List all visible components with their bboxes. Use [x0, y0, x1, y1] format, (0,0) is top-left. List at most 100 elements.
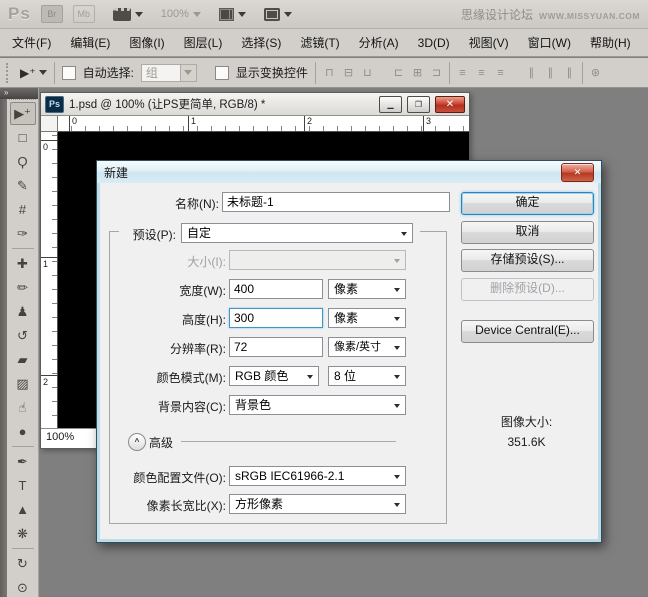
- delete-preset-button: 删除预设(D)...: [461, 278, 594, 301]
- 3d-orbit-tool[interactable]: ⊙: [10, 576, 36, 597]
- auto-select-checkbox[interactable]: [62, 66, 76, 80]
- ok-button[interactable]: 确定: [461, 192, 594, 215]
- crop-tool[interactable]: #: [10, 198, 36, 221]
- history-brush-tool[interactable]: ↺: [10, 324, 36, 347]
- color-mode-dropdown[interactable]: RGB 颜色: [229, 366, 319, 386]
- menu-image[interactable]: 图像(I): [129, 34, 164, 51]
- pixel-aspect-ratio-label: 像素长宽比(X):: [100, 497, 226, 514]
- menu-layer[interactable]: 图层(L): [184, 34, 223, 51]
- align-bottom-edges-button[interactable]: ⊔: [361, 66, 374, 79]
- launch-bridge-button[interactable]: Br: [41, 5, 63, 23]
- dodge-tool[interactable]: ●: [10, 420, 36, 443]
- height-input[interactable]: 300: [229, 308, 323, 328]
- auto-align-layers-button[interactable]: ⊛: [589, 66, 602, 79]
- alignment-buttons: ⊓ ⊟ ⊔ ⊏ ⊞ ⊐ ≡ ≡ ≡ ∥ ∥ ∥ ⊛: [323, 62, 602, 84]
- screen-mode-control[interactable]: [264, 8, 292, 21]
- pen-tool[interactable]: ✒: [10, 450, 36, 473]
- width-unit-dropdown[interactable]: 像素: [328, 279, 406, 299]
- menu-window[interactable]: 窗口(W): [528, 34, 571, 51]
- height-label: 高度(H):: [100, 311, 226, 328]
- background-contents-dropdown[interactable]: 背景色: [229, 395, 406, 415]
- custom-shape-tool[interactable]: ❋: [10, 522, 36, 545]
- align-vertical-centers-button[interactable]: ⊟: [342, 66, 355, 79]
- bit-depth-dropdown[interactable]: 8 位: [328, 366, 406, 386]
- application-bar: Ps Br Mb 100% 思缘设计论坛 WWW.MISSYUAN.COM: [0, 0, 648, 29]
- lasso-tool[interactable]: Ϙ: [10, 150, 36, 173]
- 3d-rotate-tool[interactable]: ↻: [10, 552, 36, 575]
- eraser-tool[interactable]: ▰: [10, 348, 36, 371]
- launch-mini-bridge-button[interactable]: Mb: [73, 5, 95, 23]
- chevron-down-icon: [284, 12, 292, 17]
- dropdown-arrow-button[interactable]: [180, 65, 196, 81]
- align-top-edges-button[interactable]: ⊓: [323, 66, 336, 79]
- save-preset-button[interactable]: 存储预设(S)...: [461, 249, 594, 272]
- name-input[interactable]: 未标题-1: [222, 192, 450, 212]
- spot-healing-brush-tool[interactable]: ✚: [10, 252, 36, 275]
- zoom-percentage-field[interactable]: 100%: [41, 429, 97, 448]
- preset-dropdown[interactable]: 自定: [181, 223, 413, 243]
- align-right-edges-button[interactable]: ⊐: [430, 66, 443, 79]
- vertical-ruler[interactable]: 0 1 2: [41, 132, 58, 429]
- cancel-button[interactable]: 取消: [461, 221, 594, 244]
- rectangular-marquee-tool[interactable]: □: [10, 126, 36, 149]
- minimize-button[interactable]: ▁: [379, 96, 402, 113]
- distribute-top-edges-button[interactable]: ≡: [456, 67, 469, 79]
- device-central-button[interactable]: Device Central(E)...: [461, 320, 594, 343]
- smudge-tool[interactable]: ☝: [10, 396, 36, 419]
- zoom-level-control[interactable]: 100%: [161, 8, 201, 20]
- current-tool-button[interactable]: ▶⁺: [20, 66, 47, 80]
- tools-panel-header[interactable]: »: [0, 88, 38, 99]
- chevron-down-icon: [394, 317, 400, 321]
- restore-button[interactable]: ❐: [407, 96, 430, 113]
- menu-bar: 文件(F) 编辑(E) 图像(I) 图层(L) 选择(S) 滤镜(T) 分析(A…: [0, 29, 648, 57]
- menu-select[interactable]: 选择(S): [241, 34, 281, 51]
- horizontal-ruler[interactable]: 0 1 2 3: [58, 116, 469, 132]
- auto-select-mode-dropdown[interactable]: 组: [141, 64, 197, 82]
- distribute-bottom-edges-button[interactable]: ≡: [494, 67, 507, 79]
- image-size-label: 图像大小:: [461, 413, 592, 430]
- preset-label: 预设(P):: [100, 226, 176, 243]
- distribute-right-edges-button[interactable]: ∥: [563, 66, 576, 79]
- pixel-aspect-ratio-dropdown[interactable]: 方形像素: [229, 494, 406, 514]
- separator: [449, 62, 450, 84]
- align-left-edges-button[interactable]: ⊏: [392, 66, 405, 79]
- clone-stamp-tool[interactable]: ♟: [10, 300, 36, 323]
- chevron-down-icon: [135, 12, 143, 17]
- show-transform-controls-checkbox[interactable]: [215, 66, 229, 80]
- type-tool[interactable]: T: [10, 474, 36, 497]
- height-unit-dropdown[interactable]: 像素: [328, 308, 406, 328]
- menu-analysis[interactable]: 分析(A): [359, 34, 399, 51]
- menu-3d[interactable]: 3D(D): [418, 36, 450, 50]
- ruler-corner[interactable]: [41, 116, 58, 132]
- menu-help[interactable]: 帮助(H): [590, 34, 631, 51]
- color-profile-dropdown[interactable]: sRGB IEC61966-2.1: [229, 466, 406, 486]
- forum-name: 思缘设计论坛: [461, 6, 533, 23]
- document-titlebar[interactable]: Ps 1.psd @ 100% (让PS更简单, RGB/8) * ▁ ❐ ✕: [41, 93, 469, 116]
- width-label: 宽度(W):: [100, 282, 226, 299]
- resolution-input[interactable]: 72: [229, 337, 323, 357]
- dialog-titlebar[interactable]: 新建 ✕: [97, 161, 601, 183]
- resolution-unit-dropdown[interactable]: 像素/英寸: [328, 337, 406, 357]
- arrange-documents-control[interactable]: [219, 8, 246, 21]
- distribute-horizontal-centers-button[interactable]: ∥: [544, 66, 557, 79]
- distribute-left-edges-button[interactable]: ∥: [525, 66, 538, 79]
- eyedropper-tool[interactable]: ✑: [10, 222, 36, 245]
- options-bar-grip[interactable]: [6, 63, 13, 83]
- brush-tool[interactable]: ✏: [10, 276, 36, 299]
- close-button[interactable]: ✕: [435, 96, 465, 113]
- menu-view[interactable]: 视图(V): [469, 34, 509, 51]
- ruler-tick-label: 2: [304, 116, 312, 132]
- gradient-tool[interactable]: ▨: [10, 372, 36, 395]
- dialog-close-button[interactable]: ✕: [561, 163, 594, 182]
- view-extras-control[interactable]: [113, 8, 143, 21]
- menu-edit[interactable]: 编辑(E): [70, 34, 110, 51]
- distribute-vertical-centers-button[interactable]: ≡: [475, 67, 488, 79]
- width-input[interactable]: 400: [229, 279, 323, 299]
- move-tool[interactable]: ▶⁺: [10, 102, 36, 125]
- advanced-toggle-button[interactable]: ^: [128, 433, 146, 451]
- menu-filter[interactable]: 滤镜(T): [300, 34, 339, 51]
- path-selection-tool[interactable]: ▲: [10, 498, 36, 521]
- align-horizontal-centers-button[interactable]: ⊞: [411, 66, 424, 79]
- quick-selection-tool[interactable]: ✎: [10, 174, 36, 197]
- menu-file[interactable]: 文件(F): [12, 34, 51, 51]
